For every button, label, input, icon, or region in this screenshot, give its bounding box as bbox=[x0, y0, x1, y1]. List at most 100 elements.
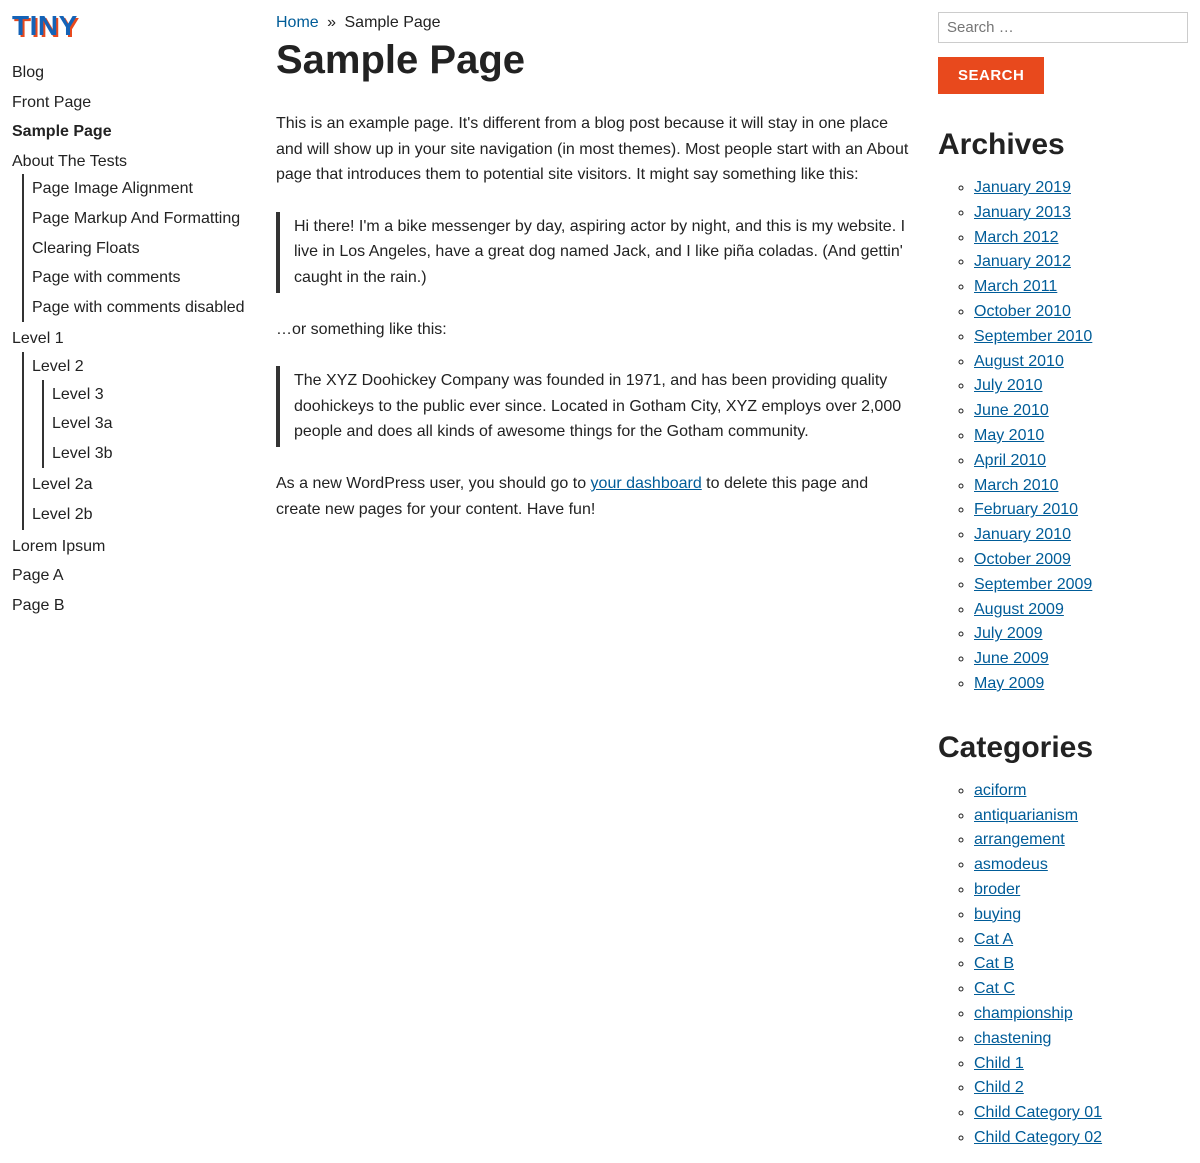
nav-link[interactable]: Lorem Ipsum bbox=[12, 538, 105, 555]
archive-link[interactable]: October 2009 bbox=[974, 551, 1071, 568]
nav-item: Page Image Alignment bbox=[32, 174, 252, 204]
category-link[interactable]: Child 2 bbox=[974, 1079, 1024, 1096]
archive-item: October 2009 bbox=[974, 548, 1188, 573]
category-link[interactable]: buying bbox=[974, 906, 1021, 923]
nav-item: Page A bbox=[12, 561, 252, 591]
blockquote-text: The XYZ Doohickey Company was founded in… bbox=[294, 368, 914, 445]
archive-link[interactable]: September 2010 bbox=[974, 328, 1092, 345]
category-link[interactable]: Cat C bbox=[974, 980, 1015, 997]
archive-link[interactable]: July 2009 bbox=[974, 625, 1043, 642]
page-title: Sample Page bbox=[276, 38, 914, 83]
category-link[interactable]: Cat A bbox=[974, 931, 1013, 948]
archive-link[interactable]: April 2010 bbox=[974, 452, 1046, 469]
archive-link[interactable]: June 2010 bbox=[974, 402, 1049, 419]
sidebar-nav: TINY Blog Front Page Sample Page About The … bbox=[12, 12, 252, 620]
nav-item: Level 2a bbox=[32, 470, 252, 500]
search-button[interactable]: SEARCH bbox=[938, 57, 1044, 94]
nav-item: Level 2 Level 3 Level 3a Level 3b bbox=[32, 352, 252, 470]
category-link[interactable]: championship bbox=[974, 1005, 1073, 1022]
archive-link[interactable]: September 2009 bbox=[974, 576, 1092, 593]
nav-link[interactable]: Sample Page bbox=[12, 123, 112, 140]
category-link[interactable]: Child 1 bbox=[974, 1055, 1024, 1072]
category-item: Child 2 bbox=[974, 1076, 1188, 1101]
archive-link[interactable]: March 2012 bbox=[974, 229, 1059, 246]
archive-link[interactable]: February 2010 bbox=[974, 501, 1078, 518]
category-item: broder bbox=[974, 878, 1188, 903]
archives-widget: Archives January 2019January 2013March 2… bbox=[938, 128, 1188, 697]
nav-link[interactable]: Page with comments disabled bbox=[32, 299, 245, 316]
nav-link[interactable]: Page with comments bbox=[32, 269, 181, 286]
category-item: championship bbox=[974, 1002, 1188, 1027]
archive-item: July 2010 bbox=[974, 374, 1188, 399]
category-item: asmodeus bbox=[974, 853, 1188, 878]
nav-item: Page with comments disabled bbox=[32, 293, 252, 323]
content-blockquote: The XYZ Doohickey Company was founded in… bbox=[276, 366, 914, 447]
content-paragraph: …or something like this: bbox=[276, 317, 914, 343]
archive-link[interactable]: March 2010 bbox=[974, 477, 1059, 494]
category-link[interactable]: Child Category 01 bbox=[974, 1104, 1102, 1121]
nav-link[interactable]: Level 3 bbox=[52, 386, 104, 403]
archive-link[interactable]: June 2009 bbox=[974, 650, 1049, 667]
archive-link[interactable]: March 2011 bbox=[974, 278, 1057, 295]
category-link[interactable]: antiquarianism bbox=[974, 807, 1078, 824]
main-content: Home » Sample Page Sample Page This is a… bbox=[276, 12, 914, 546]
archive-link[interactable]: August 2009 bbox=[974, 601, 1064, 618]
breadcrumb-current: Sample Page bbox=[345, 14, 441, 31]
nav-item: Clearing Floats bbox=[32, 234, 252, 264]
archive-item: June 2010 bbox=[974, 399, 1188, 424]
category-item: arrangement bbox=[974, 828, 1188, 853]
archive-link[interactable]: January 2013 bbox=[974, 204, 1071, 221]
archive-link[interactable]: January 2012 bbox=[974, 253, 1071, 270]
category-item: aciform bbox=[974, 779, 1188, 804]
search-input[interactable] bbox=[938, 12, 1188, 43]
archive-link[interactable]: July 2010 bbox=[974, 377, 1043, 394]
content-paragraph: This is an example page. It's different … bbox=[276, 111, 914, 188]
category-link[interactable]: Child Category 02 bbox=[974, 1129, 1102, 1146]
archive-item: August 2009 bbox=[974, 598, 1188, 623]
archive-link[interactable]: January 2010 bbox=[974, 526, 1071, 543]
nav-item: Page with comments bbox=[32, 263, 252, 293]
nav-item: Lorem Ipsum bbox=[12, 532, 252, 562]
site-logo[interactable]: TINY bbox=[12, 12, 252, 40]
category-item: chastening bbox=[974, 1027, 1188, 1052]
blockquote-text: Hi there! I'm a bike messenger by day, a… bbox=[294, 214, 914, 291]
archive-item: May 2010 bbox=[974, 424, 1188, 449]
nav-link[interactable]: Page A bbox=[12, 567, 64, 584]
archive-link[interactable]: January 2019 bbox=[974, 179, 1071, 196]
nav-link[interactable]: Page B bbox=[12, 597, 64, 614]
category-link[interactable]: aciform bbox=[974, 782, 1026, 799]
nav-link[interactable]: Level 2b bbox=[32, 506, 93, 523]
category-link[interactable]: broder bbox=[974, 881, 1020, 898]
breadcrumb-home-link[interactable]: Home bbox=[276, 14, 319, 31]
archive-link[interactable]: May 2010 bbox=[974, 427, 1044, 444]
archive-item: February 2010 bbox=[974, 498, 1188, 523]
archive-item: September 2009 bbox=[974, 573, 1188, 598]
nav-link[interactable]: Level 3a bbox=[52, 415, 113, 432]
archive-link[interactable]: May 2009 bbox=[974, 675, 1044, 692]
nav-link[interactable]: Level 3b bbox=[52, 445, 113, 462]
archive-item: August 2010 bbox=[974, 350, 1188, 375]
nav-link[interactable]: Front Page bbox=[12, 94, 91, 111]
content-paragraph: As a new WordPress user, you should go t… bbox=[276, 471, 914, 522]
category-link[interactable]: asmodeus bbox=[974, 856, 1048, 873]
nav-link[interactable]: Level 2a bbox=[32, 476, 93, 493]
nav-link[interactable]: About The Tests bbox=[12, 153, 127, 170]
category-link[interactable]: chastening bbox=[974, 1030, 1051, 1047]
archive-item: January 2019 bbox=[974, 176, 1188, 201]
nav-link[interactable]: Page Markup And Formatting bbox=[32, 210, 240, 227]
nav-item: Level 3b bbox=[52, 439, 252, 469]
nav-link[interactable]: Level 1 bbox=[12, 330, 64, 347]
archive-link[interactable]: August 2010 bbox=[974, 353, 1064, 370]
nav-link[interactable]: Clearing Floats bbox=[32, 240, 140, 257]
category-link[interactable]: arrangement bbox=[974, 831, 1065, 848]
nav-link[interactable]: Blog bbox=[12, 64, 44, 81]
nav-link[interactable]: Page Image Alignment bbox=[32, 180, 193, 197]
category-link[interactable]: Cat B bbox=[974, 955, 1014, 972]
archive-link[interactable]: October 2010 bbox=[974, 303, 1071, 320]
nav-link[interactable]: Level 2 bbox=[32, 358, 84, 375]
nav-item: Front Page bbox=[12, 88, 252, 118]
archive-item: July 2009 bbox=[974, 622, 1188, 647]
dashboard-link[interactable]: your dashboard bbox=[591, 475, 702, 492]
archive-item: January 2012 bbox=[974, 250, 1188, 275]
category-item: Cat A bbox=[974, 928, 1188, 953]
